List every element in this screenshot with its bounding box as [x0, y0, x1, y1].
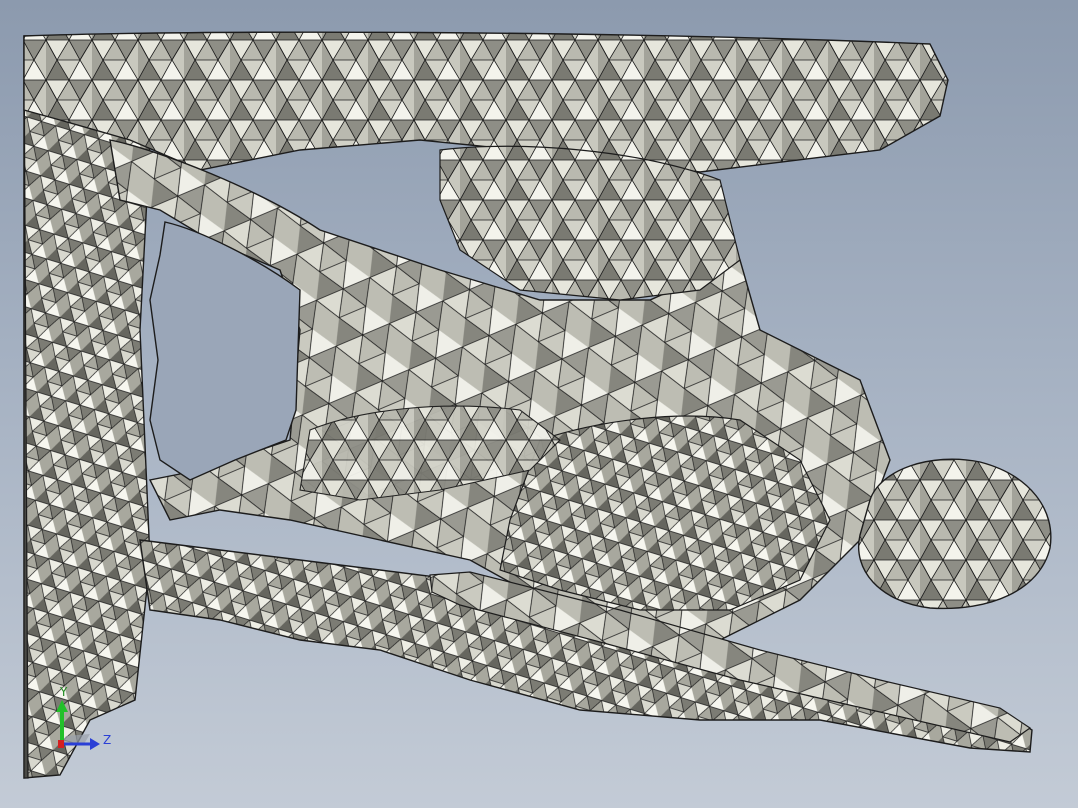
axis-y-label: Y — [60, 685, 68, 699]
mesh-knob — [858, 458, 1052, 610]
axis-z-label: Z — [103, 733, 112, 747]
graphics-viewport[interactable]: Y Z — [0, 0, 1078, 808]
coordinate-triad: Y Z — [50, 684, 120, 754]
mesh-model[interactable] — [0, 0, 1078, 808]
